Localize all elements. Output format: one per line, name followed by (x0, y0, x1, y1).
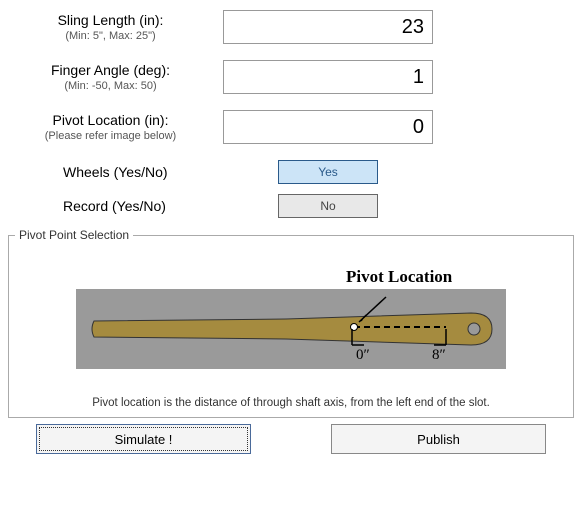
record-label: Record (Yes/No) (8, 198, 278, 214)
pivot-diagram-title: Pivot Location (346, 267, 452, 287)
pivot-location-hint: (Please refer image below) (8, 130, 213, 142)
pivot-location-input[interactable] (223, 110, 433, 144)
pivot-location-label: Pivot Location (in): (8, 112, 213, 128)
finger-angle-hint: (Min: -50, Max: 50) (8, 80, 213, 92)
finger-angle-input[interactable] (223, 60, 433, 94)
finger-angle-label: Finger Angle (deg): (8, 62, 213, 78)
sling-length-input[interactable] (223, 10, 433, 44)
pivot-diagram-svg: 0″ 8″ (76, 289, 506, 369)
sling-length-hint: (Min: 5", Max: 25") (8, 30, 213, 42)
pivot-point-fieldset: Pivot Point Selection Pivot Location 0″ … (8, 228, 574, 418)
record-toggle[interactable]: No (278, 194, 378, 218)
sling-length-label: Sling Length (in): (8, 12, 213, 28)
pivot-point-legend: Pivot Point Selection (15, 228, 133, 242)
tick-0-label: 0″ (356, 347, 370, 363)
tick-8-label: 8″ (432, 347, 446, 363)
publish-button[interactable]: Publish (331, 424, 546, 454)
pivot-diagram-caption: Pivot location is the distance of throug… (15, 397, 567, 409)
wheels-toggle[interactable]: Yes (278, 160, 378, 184)
simulate-button[interactable]: Simulate ! (36, 424, 251, 454)
pivot-diagram: Pivot Location 0″ 8″ (76, 289, 506, 369)
wheels-label: Wheels (Yes/No) (8, 164, 278, 180)
